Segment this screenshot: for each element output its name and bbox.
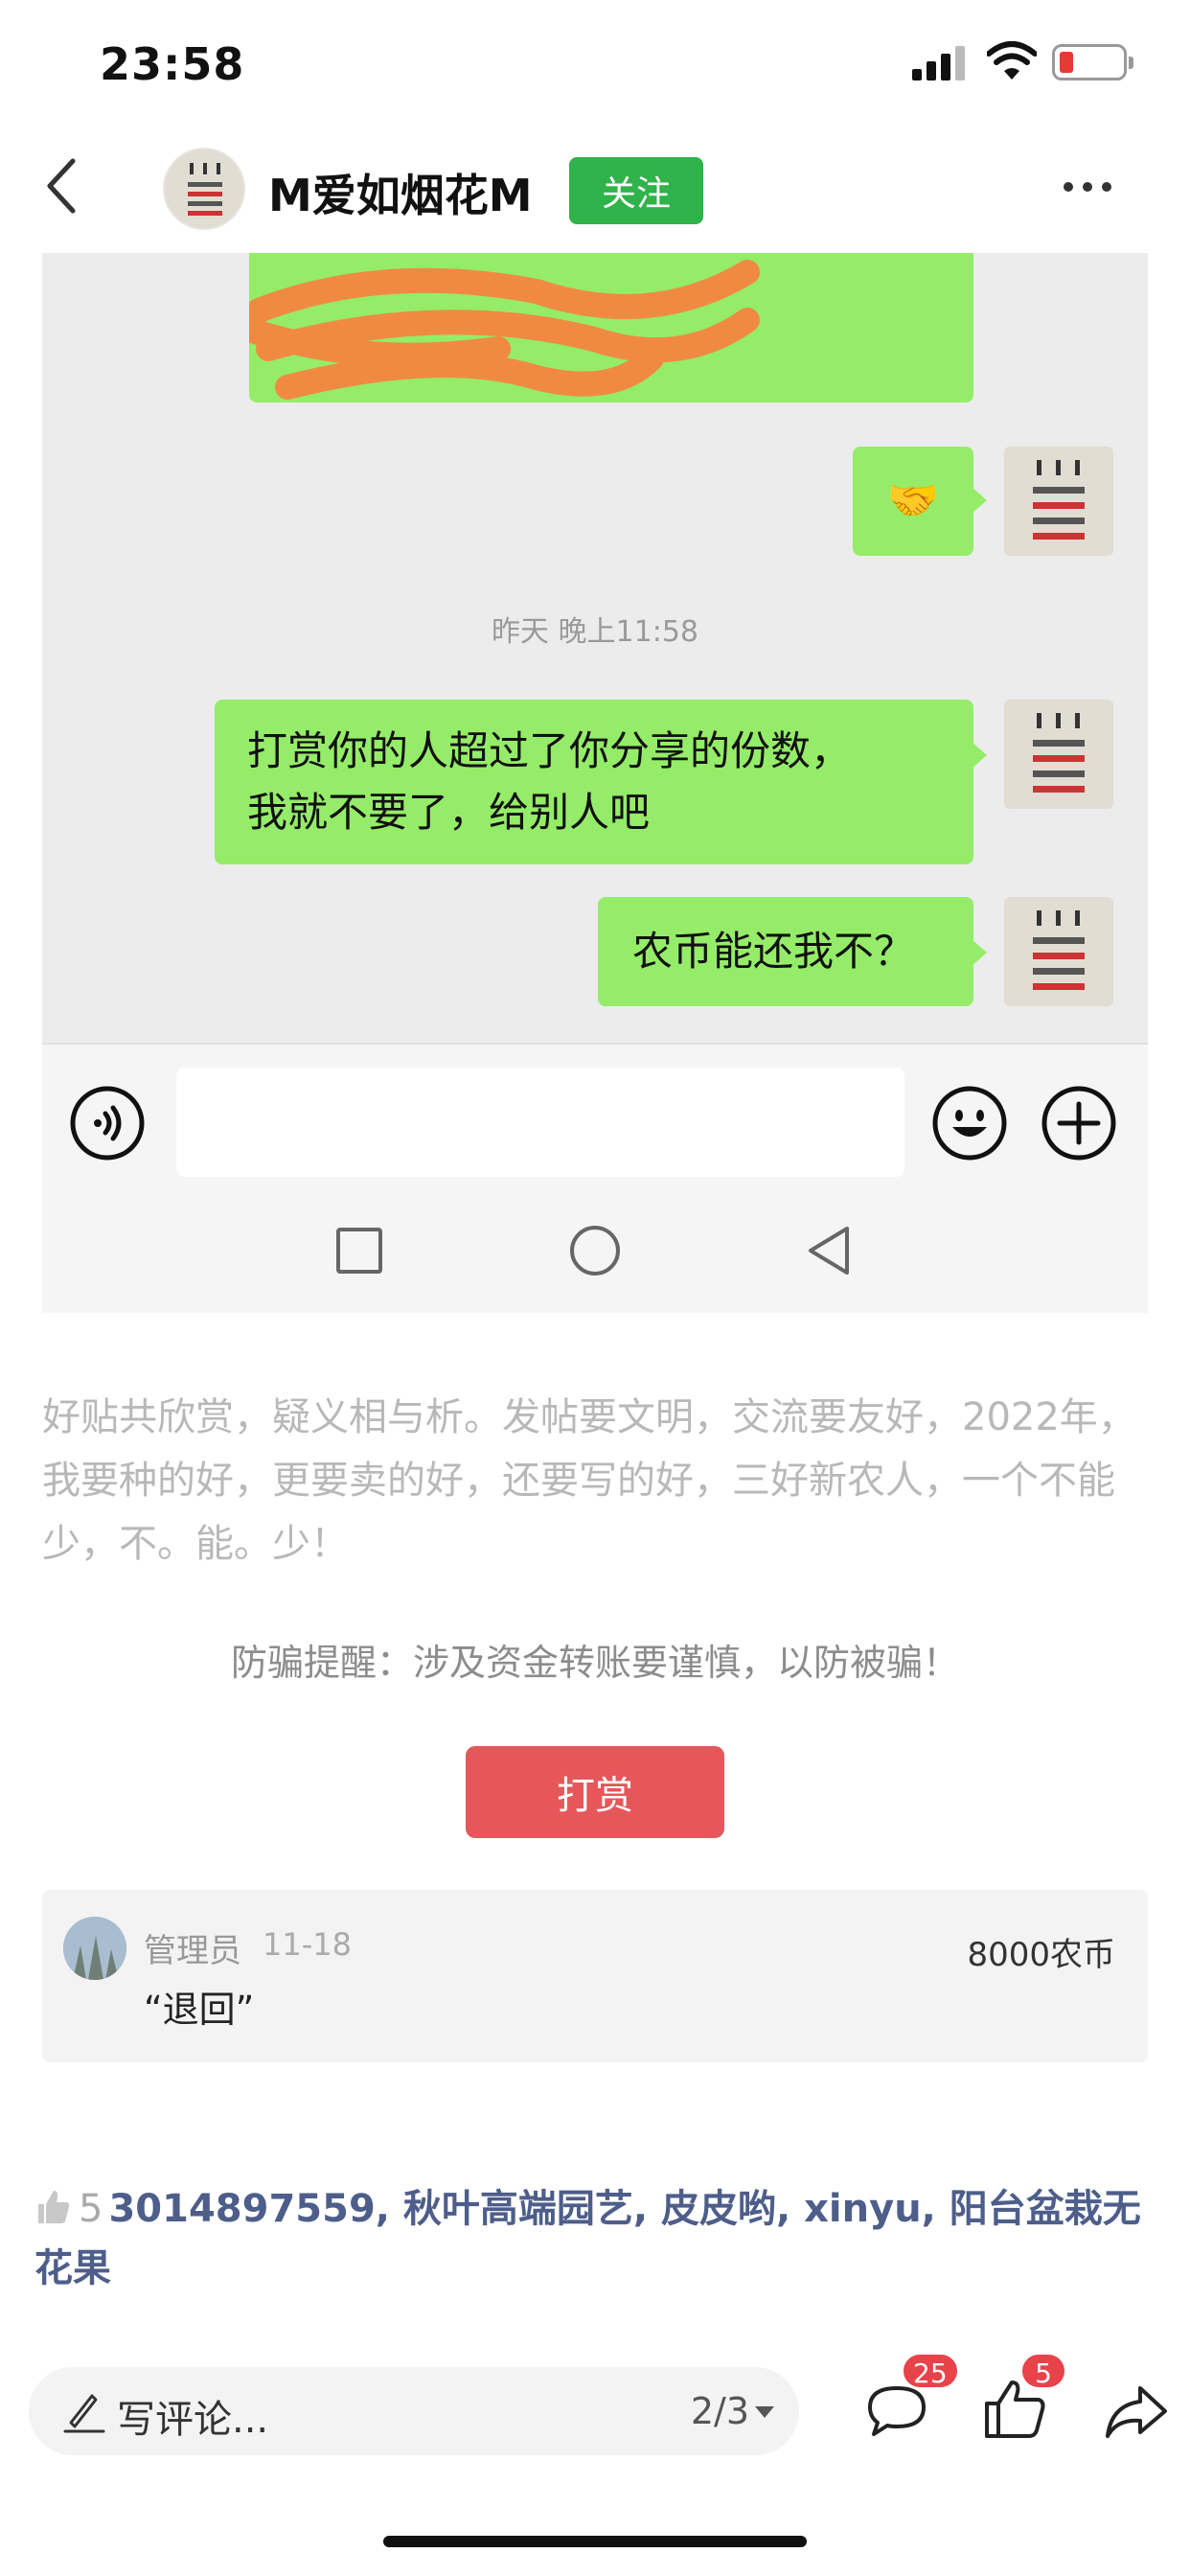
- more-options-icon[interactable]: [1064, 182, 1111, 196]
- wifi-icon: [987, 41, 1037, 80]
- reward-record: 管理员 11-18 8000农币 “退回”: [42, 1890, 1148, 2062]
- chat-input-field: [176, 1068, 904, 1177]
- share-icon[interactable]: [1102, 2377, 1171, 2446]
- likes-users[interactable]: 3014897559, 秋叶高端园艺, 皮皮哟, xinyu, 阳台盆栽无花果: [34, 2187, 1141, 2290]
- chat-input-bar: [42, 1043, 1148, 1313]
- voice-icon: [70, 1086, 145, 1161]
- page-indicator-label: 2/3: [690, 2390, 749, 2432]
- admin-avatar[interactable]: [63, 1917, 126, 1980]
- comment-input[interactable]: 写评论... 2/3: [29, 2367, 799, 2455]
- reward-amount: 8000农币: [967, 1936, 1115, 1974]
- comment-count-badge: 25: [901, 2352, 960, 2390]
- signal-icon: [912, 46, 966, 80]
- pencil-icon: [63, 2394, 105, 2433]
- reward-message: “退回”: [144, 1989, 255, 2031]
- triangle-back-icon: [809, 1227, 849, 1275]
- handshake-icon: 🤝: [886, 476, 940, 525]
- chat-avatar: [1004, 897, 1113, 1006]
- plus-icon: [1041, 1086, 1116, 1161]
- square-nav-icon: [336, 1228, 382, 1274]
- comment-placeholder: 写评论...: [117, 2398, 269, 2442]
- chat-avatar: [1004, 447, 1113, 556]
- emoji-icon: [932, 1086, 1007, 1161]
- back-icon[interactable]: [42, 157, 80, 215]
- status-time: 23:58: [100, 38, 245, 90]
- circle-nav-icon: [570, 1226, 620, 1276]
- chat-timestamp: 昨天 晚上11:58: [492, 615, 698, 649]
- message-line-1: 打赏你的人超过了你分享的份数，: [247, 727, 852, 774]
- user-avatar[interactable]: [163, 148, 245, 230]
- chat-bubble-message: 打赏你的人超过了你分享的份数， 我就不要了，给别人吧: [215, 700, 987, 864]
- reward-button[interactable]: 打赏: [466, 1746, 724, 1838]
- thumbs-up-icon: [38, 2191, 70, 2223]
- likes-list: 5 3014897559, 秋叶高端园艺, 皮皮哟, xinyu, 阳台盆栽无花果: [34, 2179, 1156, 2298]
- reward-user-role: 管理员: [144, 1932, 241, 1970]
- anti-fraud-warning: 防骗提醒：涉及资金转账要谨慎，以防被骗！: [230, 1642, 959, 1684]
- post-intro-text: 好贴共欣赏，疑义相与析。发帖要文明，交流要友好，2022年，我要种的好，更要卖的…: [42, 1395, 1136, 1566]
- username[interactable]: M爱如烟花M: [268, 161, 533, 224]
- message-text: 农币能还我不？: [632, 928, 915, 975]
- chat-avatar: [1004, 700, 1113, 809]
- battery-icon: [1052, 44, 1133, 80]
- follow-button[interactable]: 关注: [569, 157, 703, 224]
- like-count-badge: 5: [1019, 2352, 1067, 2390]
- message-line-2: 我就不要了，给别人吧: [247, 789, 651, 836]
- caret-down-icon: [755, 2406, 774, 2418]
- page-indicator[interactable]: 2/3: [691, 2390, 774, 2432]
- chat-bubble-message: 农币能还我不？: [598, 897, 987, 1006]
- chat-screenshot: 🤝 昨天 晚上11:58 打赏你的人超过了你分享的份数， 我就不要了，给别人吧 …: [42, 253, 1148, 1313]
- reward-date: 11-18: [263, 1926, 352, 1963]
- chat-bubble-emoji: 🤝: [853, 447, 987, 556]
- likes-count: 5: [79, 2187, 103, 2231]
- redacted-message-bubble: [249, 253, 973, 402]
- home-indicator[interactable]: [383, 2536, 807, 2547]
